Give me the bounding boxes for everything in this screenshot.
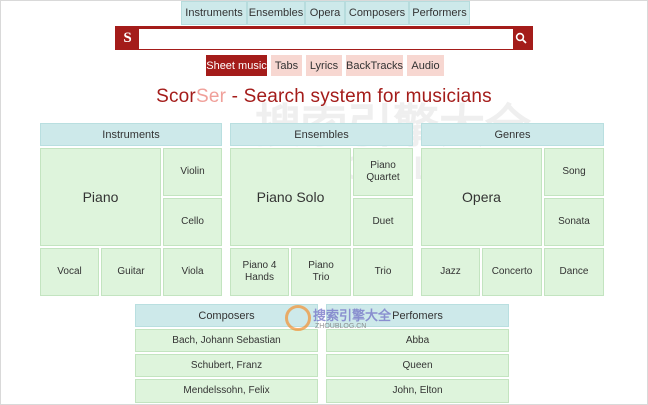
nav-composers[interactable]: Composers bbox=[345, 1, 409, 25]
composers-header[interactable]: Composers bbox=[135, 304, 318, 327]
instrument-vocal[interactable]: Vocal bbox=[40, 248, 99, 296]
instrument-piano[interactable]: Piano bbox=[40, 148, 161, 246]
genre-concerto[interactable]: Concerto bbox=[482, 248, 542, 296]
nav-instruments[interactable]: Instruments bbox=[181, 1, 247, 25]
composer-item[interactable]: Bach, Johann Sebastian bbox=[135, 329, 318, 352]
ensemble-duet[interactable]: Duet bbox=[353, 198, 413, 246]
ensemble-piano-quartet[interactable]: Piano Quartet bbox=[353, 148, 413, 196]
performer-item[interactable]: John, Elton bbox=[326, 379, 509, 403]
ensembles-header[interactable]: Ensembles bbox=[230, 123, 413, 146]
genres-header[interactable]: Genres bbox=[421, 123, 604, 146]
instrument-violin[interactable]: Violin bbox=[163, 148, 222, 196]
ensemble-piano-trio[interactable]: Piano Trio bbox=[291, 248, 351, 296]
search-button[interactable] bbox=[509, 26, 533, 50]
title-brand-accent: Ser bbox=[195, 86, 227, 107]
ensemble-piano-4-hands[interactable]: Piano 4 Hands bbox=[230, 248, 289, 296]
ensemble-piano-solo[interactable]: Piano Solo bbox=[230, 148, 351, 246]
genre-jazz[interactable]: Jazz bbox=[421, 248, 480, 296]
search-bar: S bbox=[115, 26, 533, 50]
performer-item[interactable]: Queen bbox=[326, 354, 509, 377]
composer-item[interactable]: Mendelssohn, Felix bbox=[135, 379, 318, 403]
title-brand: Scor bbox=[156, 86, 196, 107]
page-title: ScorSer - Search system for musicians bbox=[0, 86, 648, 108]
tab-tabs[interactable]: Tabs bbox=[271, 55, 302, 76]
instrument-guitar[interactable]: Guitar bbox=[101, 248, 161, 296]
scorser-logo[interactable]: S bbox=[117, 28, 138, 48]
instrument-viola[interactable]: Viola bbox=[163, 248, 222, 296]
instruments-header[interactable]: Instruments bbox=[40, 123, 222, 146]
title-tagline: - Search system for musicians bbox=[226, 86, 492, 107]
genre-sonata[interactable]: Sonata bbox=[544, 198, 604, 246]
genre-opera[interactable]: Opera bbox=[421, 148, 542, 246]
instrument-cello[interactable]: Cello bbox=[163, 198, 222, 246]
performers-header[interactable]: Perfomers bbox=[326, 304, 509, 327]
genre-song[interactable]: Song bbox=[544, 148, 604, 196]
composer-item[interactable]: Schubert, Franz bbox=[135, 354, 318, 377]
tab-sheet-music[interactable]: Sheet music bbox=[206, 55, 267, 76]
search-icon bbox=[515, 32, 527, 44]
nav-performers[interactable]: Performers bbox=[409, 1, 470, 25]
genre-dance[interactable]: Dance bbox=[544, 248, 604, 296]
tab-audio[interactable]: Audio bbox=[407, 55, 444, 76]
ensemble-trio[interactable]: Trio bbox=[353, 248, 413, 296]
tab-lyrics[interactable]: Lyrics bbox=[306, 55, 342, 76]
tab-backtracks[interactable]: BackTracks bbox=[346, 55, 403, 76]
nav-opera[interactable]: Opera bbox=[305, 1, 345, 25]
search-input[interactable] bbox=[139, 29, 513, 49]
nav-ensembles[interactable]: Ensembles bbox=[247, 1, 305, 25]
performer-item[interactable]: Abba bbox=[326, 329, 509, 352]
